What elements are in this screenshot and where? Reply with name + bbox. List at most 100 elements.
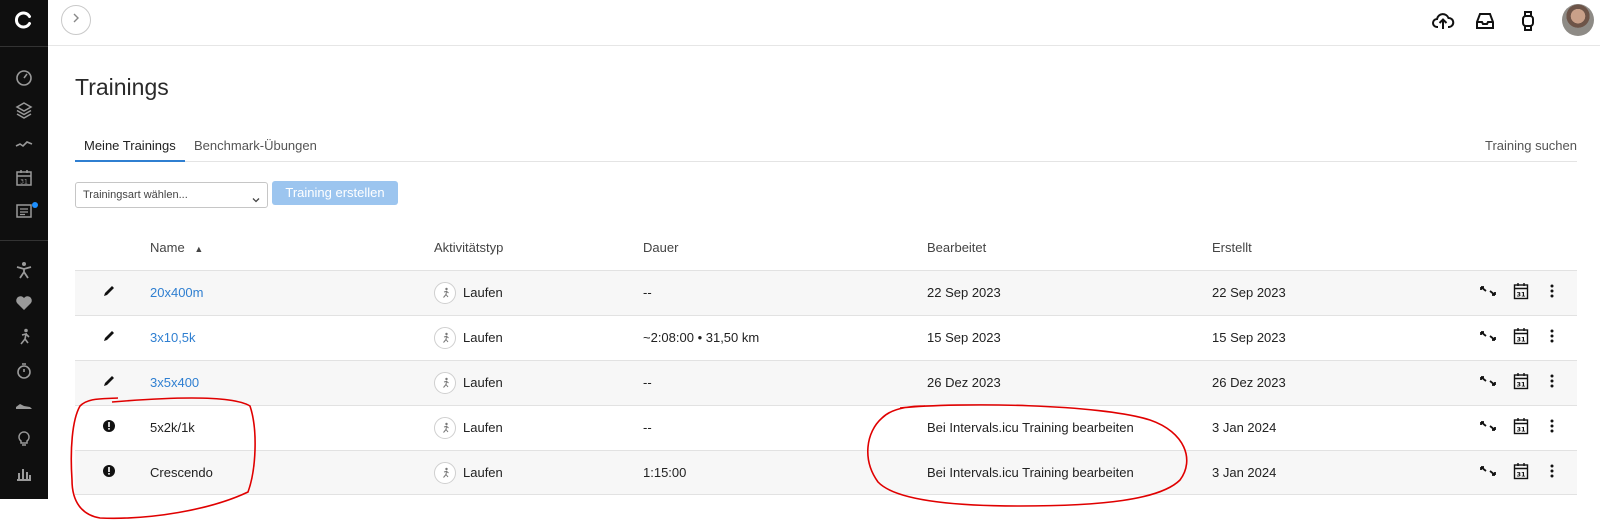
- duration: --: [643, 420, 652, 435]
- edited-date: 26 Dez 2023: [927, 375, 1001, 390]
- athlete-icon[interactable]: [10, 259, 38, 281]
- more-vertical-icon[interactable]: [1542, 371, 1562, 391]
- column-header-created[interactable]: Erstellt: [1212, 240, 1252, 255]
- created-date: 3 Jan 2024: [1212, 420, 1277, 435]
- activity-type: Laufen: [463, 285, 503, 300]
- training-name[interactable]: 20x400m: [150, 271, 203, 316]
- sidebar-divider: [0, 240, 48, 241]
- created-date: 3 Jan 2024: [1212, 465, 1277, 480]
- move-arrows-icon[interactable]: [1478, 371, 1498, 391]
- activity-type: Laufen: [463, 375, 503, 390]
- page-title: Trainings: [75, 74, 169, 100]
- tab-benchmark-uebungen[interactable]: Benchmark-Übungen: [185, 137, 326, 162]
- edited-date: 22 Sep 2023: [927, 285, 1001, 300]
- lightbulb-icon[interactable]: [10, 428, 38, 450]
- training-name[interactable]: 3x10,5k: [150, 316, 196, 361]
- training-name: 5x2k/1k: [150, 420, 195, 435]
- move-arrows-icon[interactable]: [1478, 461, 1498, 481]
- duration: --: [643, 285, 652, 300]
- calendar-icon[interactable]: 31: [1511, 326, 1531, 346]
- table-row[interactable]: 3x5x400 Laufen -- 26 Dez 2023 26 Dez 2023 31: [75, 360, 1577, 405]
- table-row[interactable]: Crescendo Laufen 1:15:00 Bei Intervals.icu …: [75, 450, 1577, 495]
- column-header-name-label: Name: [150, 240, 185, 255]
- svg-text:31: 31: [20, 179, 28, 186]
- duration: --: [643, 375, 652, 390]
- created-date: 15 Sep 2023: [1212, 330, 1286, 345]
- move-arrows-icon[interactable]: [1478, 416, 1498, 436]
- column-header-duration[interactable]: Dauer: [643, 240, 678, 255]
- svg-text:31: 31: [1516, 381, 1526, 389]
- chevron-down-icon: [251, 190, 261, 203]
- info-icon[interactable]: [101, 418, 117, 434]
- move-arrows-icon[interactable]: [1478, 281, 1498, 301]
- pencil-icon[interactable]: [101, 328, 117, 344]
- svg-text:31: 31: [1516, 426, 1526, 434]
- svg-text:31: 31: [1516, 471, 1526, 479]
- shoe-icon[interactable]: [10, 394, 38, 416]
- training-name: Crescendo: [150, 465, 213, 480]
- search-training-link[interactable]: Training suchen: [1485, 137, 1577, 155]
- column-header-activity-type[interactable]: Aktivitätstyp: [434, 240, 503, 255]
- table-row[interactable]: 3x10,5k Laufen ~2:08:00 • 31,50 km 15 Sep 2…: [75, 315, 1577, 360]
- table-row[interactable]: 5x2k/1k Laufen -- Bei Intervals.icu Trainin…: [75, 405, 1577, 450]
- heart-icon[interactable]: [10, 292, 38, 314]
- logo-icon[interactable]: [10, 9, 38, 31]
- training-name[interactable]: 3x5x400: [150, 361, 199, 406]
- sidebar: 31: [0, 0, 48, 499]
- calendar-icon[interactable]: 31: [10, 167, 38, 189]
- calendar-icon[interactable]: 31: [1511, 281, 1531, 301]
- more-vertical-icon[interactable]: [1542, 281, 1562, 301]
- inbox-icon[interactable]: [1472, 8, 1498, 34]
- calendar-icon[interactable]: 31: [1511, 371, 1531, 391]
- calendar-icon[interactable]: 31: [1511, 461, 1531, 481]
- top-bar: [48, 0, 1600, 46]
- training-type-placeholder: Trainingsart wählen...: [83, 189, 188, 201]
- more-vertical-icon[interactable]: [1542, 416, 1562, 436]
- layers-icon[interactable]: [10, 99, 38, 121]
- sort-ascending-icon: ▲: [194, 244, 204, 254]
- upload-cloud-icon[interactable]: [1430, 8, 1456, 34]
- edited-date: Bei Intervals.icu Training bearbeiten: [927, 420, 1134, 435]
- activity-trend-icon[interactable]: [10, 133, 38, 155]
- notification-dot: [32, 202, 38, 208]
- column-header-edited[interactable]: Bearbeitet: [927, 240, 986, 255]
- activity-type: Laufen: [463, 465, 503, 480]
- dashboard-gauge-icon[interactable]: [10, 66, 38, 88]
- expand-sidebar-button[interactable]: [61, 5, 91, 35]
- running-icon: [434, 462, 456, 484]
- create-training-button[interactable]: Training erstellen: [272, 181, 398, 205]
- runner-icon[interactable]: [10, 326, 38, 348]
- chevron-right-icon: [70, 11, 82, 29]
- created-date: 26 Dez 2023: [1212, 375, 1286, 390]
- activity-type: Laufen: [463, 330, 503, 345]
- info-icon[interactable]: [101, 463, 117, 479]
- running-icon: [434, 282, 456, 304]
- activity-type: Laufen: [463, 420, 503, 435]
- tab-meine-trainings[interactable]: Meine Trainings: [75, 137, 185, 162]
- svg-text:31: 31: [1516, 336, 1526, 344]
- pencil-icon[interactable]: [101, 373, 117, 389]
- sidebar-divider: [0, 46, 48, 47]
- training-type-select[interactable]: Trainingsart wählen...: [75, 182, 268, 208]
- running-icon: [434, 417, 456, 439]
- duration: ~2:08:00 • 31,50 km: [643, 330, 760, 345]
- more-vertical-icon[interactable]: [1542, 326, 1562, 346]
- duration: 1:15:00: [643, 465, 687, 480]
- move-arrows-icon[interactable]: [1478, 326, 1498, 346]
- tab-bar: Meine Trainings Benchmark-Übungen Traini…: [75, 137, 1577, 162]
- calendar-icon[interactable]: 31: [1511, 416, 1531, 436]
- stopwatch-icon[interactable]: [10, 360, 38, 382]
- running-icon: [434, 327, 456, 349]
- bar-chart-icon[interactable]: [10, 462, 38, 484]
- more-vertical-icon[interactable]: [1542, 461, 1562, 481]
- watch-icon[interactable]: [1515, 8, 1541, 34]
- user-avatar[interactable]: [1562, 4, 1594, 36]
- edited-date: Bei Intervals.icu Training bearbeiten: [927, 465, 1134, 480]
- table-row[interactable]: 20x400m Laufen -- 22 Sep 2023 22 Sep 2023 31: [75, 270, 1577, 315]
- svg-text:31: 31: [1516, 291, 1526, 299]
- pencil-icon[interactable]: [101, 283, 117, 299]
- created-date: 22 Sep 2023: [1212, 285, 1286, 300]
- edited-date: 15 Sep 2023: [927, 330, 1001, 345]
- running-icon: [434, 372, 456, 394]
- column-header-name[interactable]: Name ▲: [150, 240, 203, 255]
